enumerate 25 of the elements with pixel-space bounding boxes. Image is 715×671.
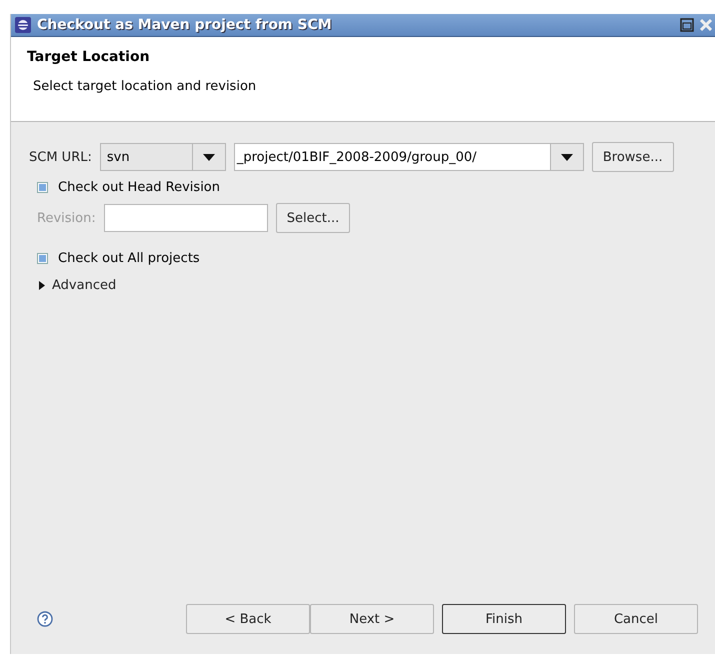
scm-url-label: SCM URL: bbox=[29, 150, 92, 164]
head-revision-checkbox[interactable]: Check out Head Revision bbox=[29, 180, 698, 195]
help-icon[interactable] bbox=[37, 611, 53, 627]
revision-field[interactable] bbox=[104, 204, 268, 232]
page-title: Target Location bbox=[27, 49, 151, 65]
app-icon bbox=[15, 17, 31, 33]
wizard-button[interactable]: Next > bbox=[310, 604, 434, 634]
wizard-button[interactable]: Finish bbox=[442, 604, 566, 634]
wizard-button[interactable]: Cancel bbox=[574, 604, 698, 634]
caret-icon bbox=[202, 154, 215, 160]
all-projects-checkbox[interactable]: Check out All projects bbox=[29, 251, 698, 266]
maximize-icon[interactable] bbox=[680, 18, 694, 32]
url-combo-field[interactable]: _project/01BIF_2008-2009/group_00/ bbox=[234, 143, 584, 171]
expand-icon[interactable] bbox=[39, 281, 46, 290]
scm-type-dropdown[interactable]: svn bbox=[100, 143, 226, 171]
window-title: Checkout as Maven project from SCM bbox=[37, 17, 333, 33]
wizard-button[interactable]: < Back bbox=[186, 604, 310, 634]
caret-icon bbox=[560, 154, 573, 160]
advanced-section-toggle[interactable]: Advanced bbox=[52, 278, 116, 293]
checkbox-icon[interactable] bbox=[37, 182, 48, 193]
browse-button[interactable]: Browse... bbox=[592, 142, 674, 172]
close-icon[interactable] bbox=[700, 18, 712, 32]
revision-label: Revision: bbox=[37, 210, 96, 226]
checkbox-icon[interactable] bbox=[37, 253, 48, 264]
page-description: Select target location and revision bbox=[32, 79, 258, 94]
